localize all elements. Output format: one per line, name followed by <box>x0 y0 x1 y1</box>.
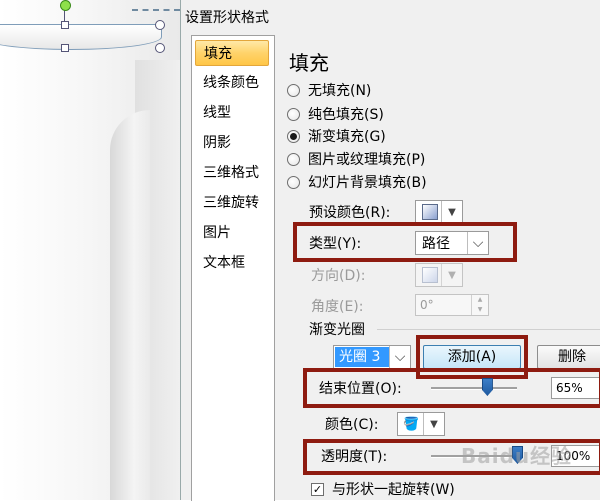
nav-item-line-color[interactable]: 线条颜色 <box>195 70 269 96</box>
panel-heading: 填充 <box>289 51 329 75</box>
color-picker-dropdown[interactable]: 🪣 ▼ <box>397 412 445 436</box>
radio-gradient-fill-circle[interactable] <box>287 129 300 143</box>
direction-swatch-icon <box>422 267 438 283</box>
direction-label: 方向(D): <box>311 268 366 284</box>
gradient-stops-label: 渐变光圈 <box>309 322 365 338</box>
angle-value: 0° <box>420 298 434 312</box>
delete-stop-button[interactable]: 删除 <box>537 345 600 369</box>
nav-item-fill[interactable]: 填充 <box>195 40 269 66</box>
color-label: 颜色(C): <box>325 417 379 433</box>
chevron-down-icon[interactable]: ▼ <box>441 201 462 223</box>
preset-colors-label: 预设颜色(R): <box>309 205 391 221</box>
direction-dropdown[interactable]: ▼ <box>415 263 463 287</box>
radio-gradient-fill-label: 渐变填充(G) <box>308 129 386 145</box>
angle-spin-buttons[interactable]: ▲ ▼ <box>471 295 488 315</box>
resize-handle-top[interactable] <box>61 21 69 29</box>
highlight-type <box>293 222 517 262</box>
radio-slide-background-fill[interactable]: 幻灯片背景填充(B) <box>287 172 427 192</box>
guide-dash-line <box>132 9 180 11</box>
radio-picture-fill-label: 图片或纹理填充(P) <box>308 152 426 168</box>
gradient-stop-dropdown[interactable]: 光圈 3 ⌵ <box>333 345 411 369</box>
radio-picture-fill-circle[interactable] <box>287 152 300 166</box>
highlight-end-position <box>303 368 600 408</box>
nav-item-shadow[interactable]: 阴影 <box>195 130 269 156</box>
rotate-with-shape-label: 与形状一起旋转(W) <box>332 482 455 498</box>
slide-shape-fold-inner <box>110 110 150 500</box>
radio-slide-background-fill-circle[interactable] <box>287 175 300 189</box>
angle-label: 角度(E): <box>311 299 364 315</box>
nav-item-3d-format[interactable]: 三维格式 <box>195 160 269 186</box>
rotate-with-shape-row[interactable]: ✓ 与形状一起旋转(W) <box>311 478 455 500</box>
radio-solid-fill-circle[interactable] <box>287 107 300 121</box>
rotation-handle[interactable] <box>60 0 71 11</box>
angle-row: 角度(E): <box>311 295 364 317</box>
radio-solid-fill-label: 纯色填充(S) <box>308 107 384 123</box>
category-nav: 填充 线条颜色 线型 阴影 三维格式 三维旋转 图片 文本框 <box>191 35 275 501</box>
format-shape-dialog: 设置形状格式 填充 线条颜色 线型 阴影 三维格式 三维旋转 图片 文本框 填充… <box>180 0 600 501</box>
resize-handle-bottom-right[interactable] <box>155 43 165 53</box>
gradient-stops-divider <box>377 329 600 330</box>
angle-spinbox[interactable]: 0° ▲ ▼ <box>415 294 489 316</box>
resize-handle-top-right[interactable] <box>155 20 165 30</box>
direction-row: 方向(D): <box>311 263 365 287</box>
chevron-down-icon[interactable]: ▼ <box>441 264 462 286</box>
nav-item-line-style[interactable]: 线型 <box>195 100 269 126</box>
radio-gradient-fill[interactable]: 渐变填充(G) <box>287 126 386 146</box>
slide-canvas[interactable] <box>0 0 180 500</box>
rotate-with-shape-checkbox[interactable]: ✓ <box>311 482 324 496</box>
chevron-down-icon[interactable]: ⌵ <box>389 346 410 368</box>
resize-handle-bottom[interactable] <box>61 44 69 52</box>
radio-picture-fill[interactable]: 图片或纹理填充(P) <box>287 149 425 169</box>
nav-item-picture[interactable]: 图片 <box>195 220 269 246</box>
gradient-stops-row: 渐变光圈 <box>309 318 365 340</box>
fill-panel: 填充 无填充(N) 纯色填充(S) 渐变填充(G) 图片或纹理填充(P) 幻灯片… <box>281 35 600 500</box>
preset-colors-dropdown[interactable]: ▼ <box>415 200 463 224</box>
radio-no-fill-circle[interactable] <box>287 83 300 97</box>
nav-item-text-box[interactable]: 文本框 <box>195 250 269 276</box>
dialog-title: 设置形状格式 <box>185 10 269 26</box>
color-row: 颜色(C): <box>325 412 378 436</box>
paint-bucket-icon: 🪣 <box>403 416 420 432</box>
radio-slide-background-fill-label: 幻灯片背景填充(B) <box>308 175 427 191</box>
chevron-down-icon[interactable]: ▼ <box>423 413 444 435</box>
preset-colors-row: 预设颜色(R): <box>309 200 390 224</box>
radio-solid-fill[interactable]: 纯色填充(S) <box>287 104 384 124</box>
watermark-text: Baidu经验 <box>461 444 573 468</box>
radio-no-fill[interactable]: 无填充(N) <box>287 80 371 100</box>
nav-item-3d-rotation[interactable]: 三维旋转 <box>195 190 269 216</box>
radio-no-fill-label: 无填充(N) <box>308 83 372 99</box>
gradient-stop-selected: 光圈 3 <box>335 347 389 367</box>
preset-color-swatch-icon <box>422 204 438 220</box>
